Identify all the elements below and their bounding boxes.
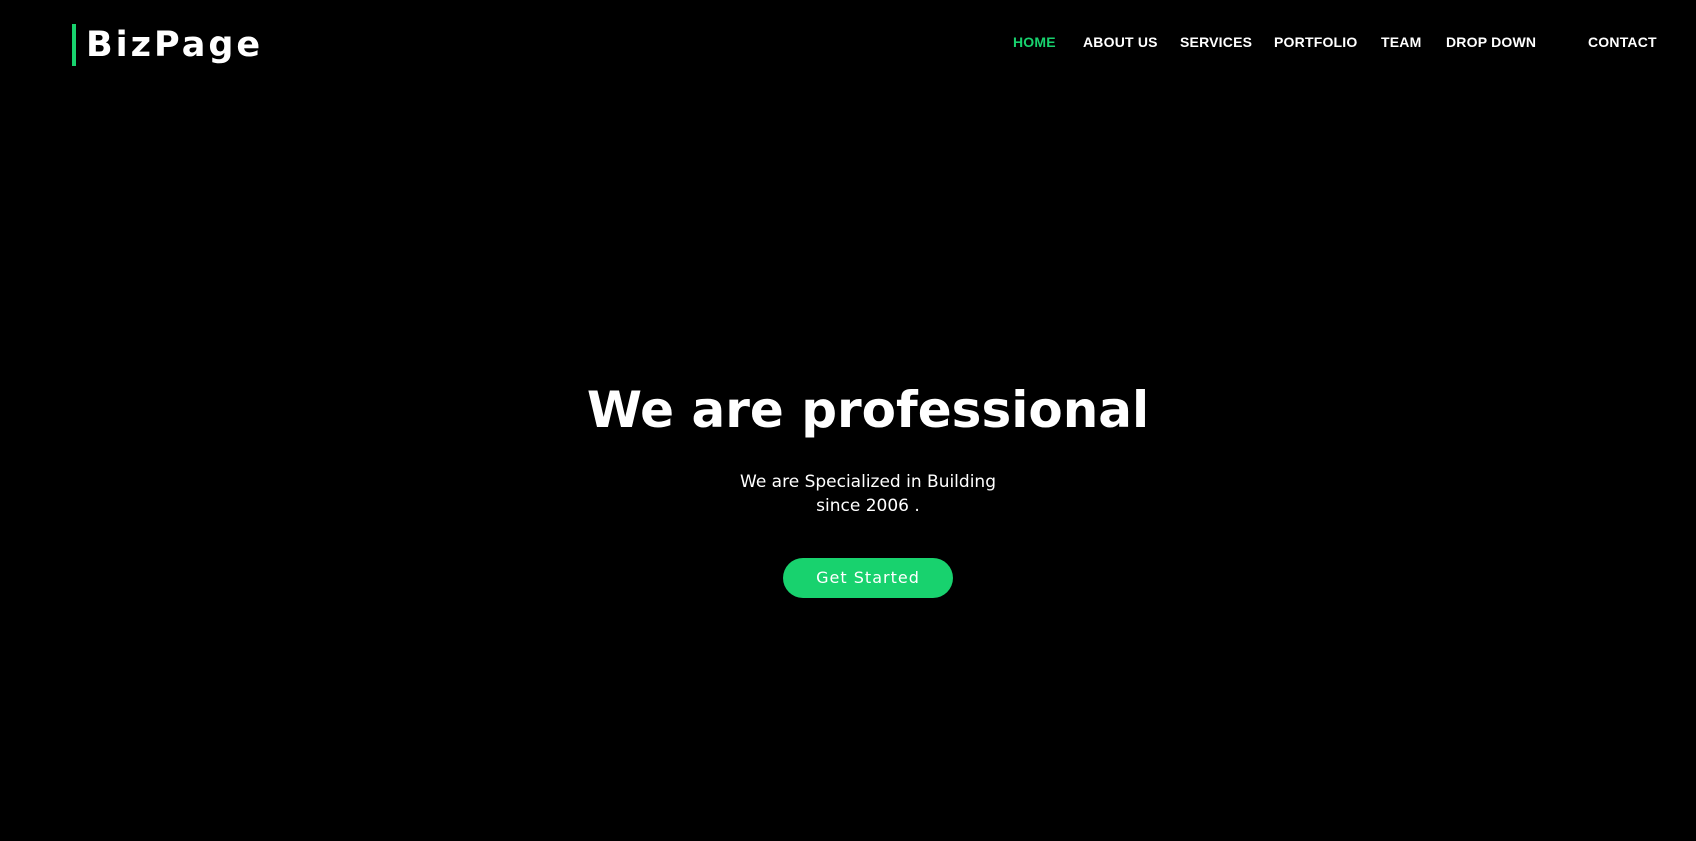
nav-item-contact[interactable]: CONTACT [1588,33,1657,51]
nav-item-portfolio[interactable]: PORTFOLIO [1274,33,1357,51]
nav-item-team[interactable]: TEAM [1381,33,1421,51]
nav-item-services[interactable]: SERVICES [1180,33,1252,51]
site-header: BizPage HOME ABOUT US SERVICES PORTFOLIO… [0,0,1696,90]
nav-item-drop-down[interactable]: DROP DOWN [1446,33,1536,51]
hero-section: We are professional We are Specialized i… [0,90,1696,841]
nav-item-home[interactable]: HOME [1013,33,1056,51]
hero-subtitle: We are Specialized in Building since 200… [740,472,996,516]
get-started-button[interactable]: Get Started [783,558,953,598]
nav-item-about-us[interactable]: ABOUT US [1083,33,1158,51]
hero-title: We are professional [586,381,1150,439]
main-nav: HOME ABOUT US SERVICES PORTFOLIO TEAM DR… [0,33,1696,53]
